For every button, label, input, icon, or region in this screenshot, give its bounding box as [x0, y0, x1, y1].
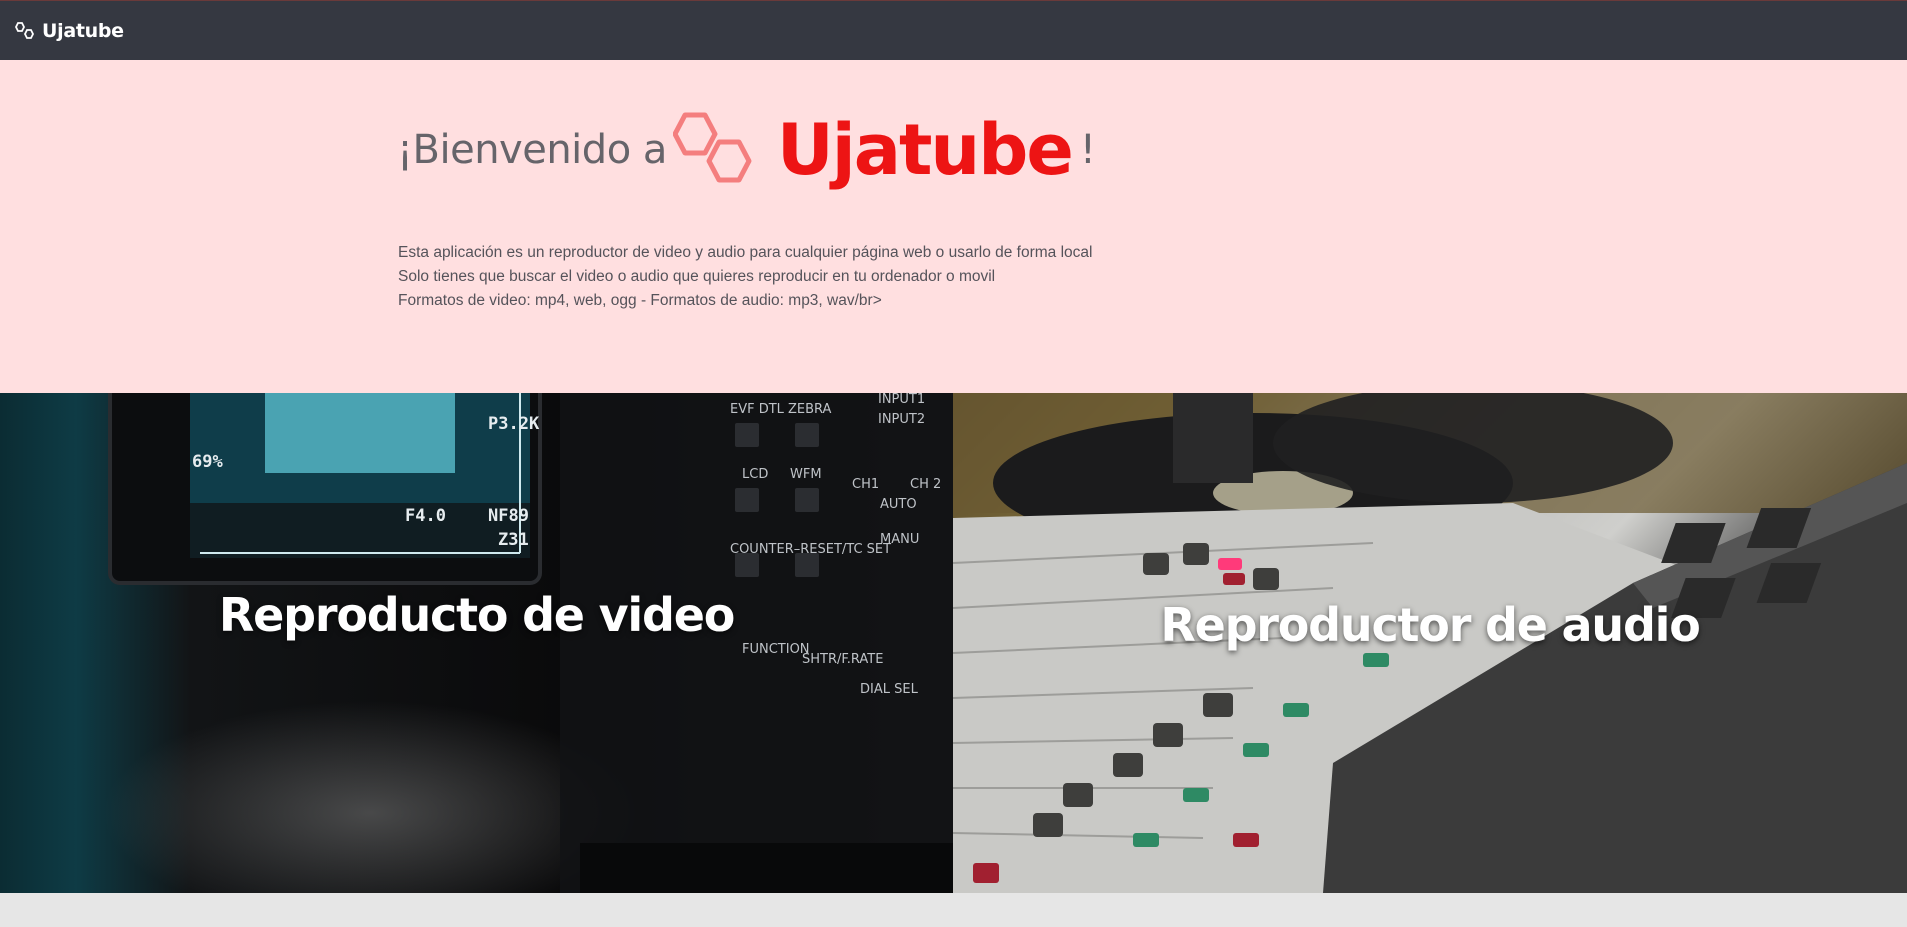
description-line: Solo tienes que buscar el video o audio … — [398, 268, 996, 285]
description-line: Formatos de video: mp4, web, ogg - Forma… — [398, 292, 882, 309]
top-navbar: Ujatube — [0, 0, 1907, 60]
hero-brand-name: Ujatube — [776, 109, 1074, 191]
svg-text:MANU: MANU — [880, 532, 919, 547]
welcome-hero: ¡Bienvenido a Ujatube ! Esta aplicación … — [0, 60, 1907, 393]
hexagons-logo-icon — [13, 21, 37, 40]
svg-text:ZEBRA: ZEBRA — [788, 402, 832, 417]
svg-text:INPUT2: INPUT2 — [878, 412, 925, 427]
hero-greeting: ¡Bienvenido a — [397, 127, 667, 173]
svg-text:P3.2K: P3.2K — [488, 414, 540, 434]
video-player-panel[interactable]: EVF DTL ZEBRA LCD WFM CH1 CH 2 COUNTER–R… — [0, 393, 953, 893]
navbar-brand-name: Ujatube — [42, 19, 124, 42]
svg-text:F4.0: F4.0 — [405, 506, 446, 526]
video-camera-image: EVF DTL ZEBRA LCD WFM CH1 CH 2 COUNTER–R… — [108, 393, 953, 893]
svg-text:EVF DTL: EVF DTL — [730, 402, 785, 417]
svg-text:COUNTER–RESET/TC SET: COUNTER–RESET/TC SET — [730, 542, 891, 557]
description-line: Esta aplicación es un reproductor de vid… — [398, 244, 1093, 261]
audio-player-panel[interactable]: Reproductor de audio — [953, 393, 1907, 893]
navbar-brand-link[interactable]: Ujatube — [13, 20, 124, 42]
svg-text:CH 2: CH 2 — [910, 477, 941, 492]
svg-text:AUTO: AUTO — [880, 497, 917, 512]
svg-text:FUNCTION: FUNCTION — [742, 642, 810, 657]
player-panels: EVF DTL ZEBRA LCD WFM CH1 CH 2 COUNTER–R… — [0, 393, 1907, 893]
svg-text:WFM: WFM — [790, 467, 822, 482]
svg-text:Z31: Z31 — [498, 530, 529, 550]
svg-text:LCD: LCD — [742, 467, 768, 482]
svg-text:DIAL SEL: DIAL SEL — [860, 682, 919, 697]
svg-text:69%: 69% — [192, 452, 223, 472]
audio-player-label: Reproductor de audio — [1160, 598, 1701, 652]
hexagons-logo-icon — [672, 110, 759, 191]
svg-text:INPUT1: INPUT1 — [878, 393, 925, 407]
video-player-label: Reproducto de video — [218, 588, 735, 642]
svg-text:NF89: NF89 — [488, 506, 529, 526]
hero-exclamation: ! — [1079, 127, 1096, 173]
svg-text:SHTR/F.RATE: SHTR/F.RATE — [802, 652, 883, 667]
hero-description: Esta aplicación es un reproductor de vid… — [398, 241, 1092, 313]
hero-title: ¡Bienvenido a Ujatube ! — [397, 90, 1096, 210]
svg-text:CH1: CH1 — [852, 477, 879, 492]
